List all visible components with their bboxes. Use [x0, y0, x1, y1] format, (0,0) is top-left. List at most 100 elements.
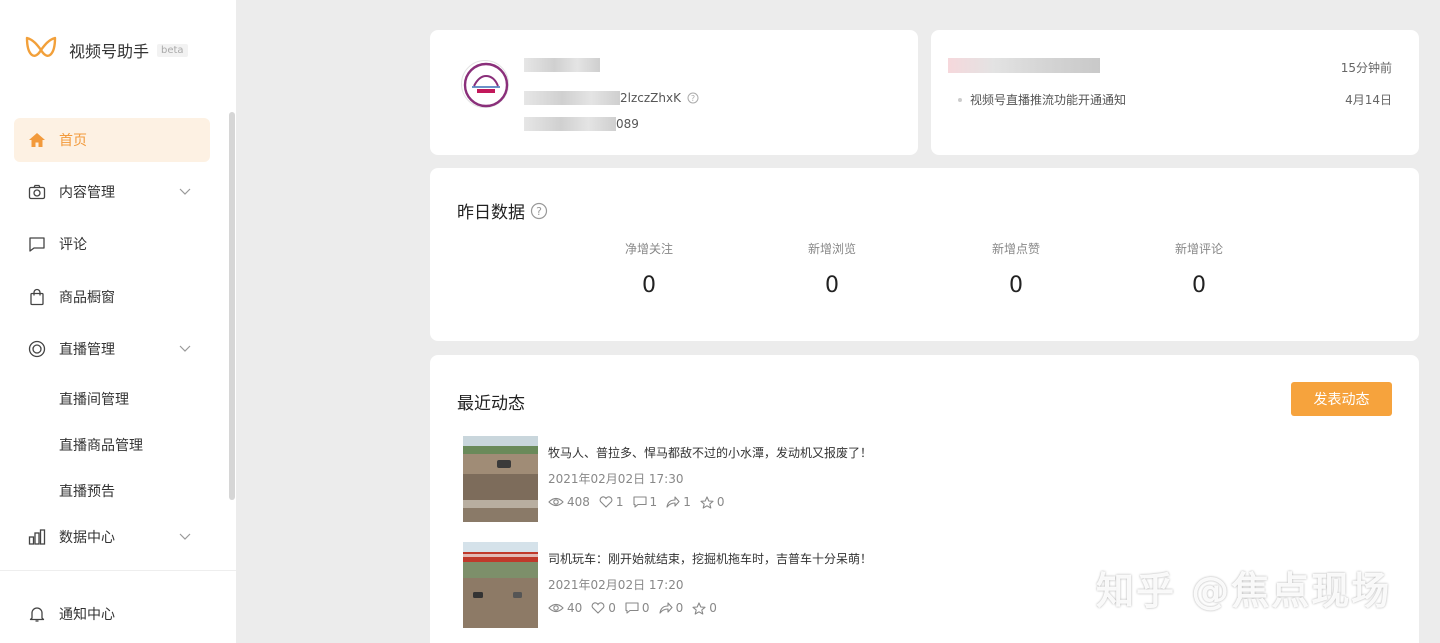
chevron-down-icon — [179, 345, 191, 352]
sidebar-item-label: 商品橱窗 — [59, 290, 115, 306]
share-icon — [666, 496, 680, 508]
stat-likes: 0 — [591, 601, 616, 615]
sidebar-item-home[interactable]: 首页 — [14, 118, 210, 162]
stat-shares: 1 — [666, 495, 691, 509]
chevron-down-icon — [179, 533, 191, 540]
stat-shares: 0 — [659, 601, 684, 615]
sidebar-item-label: 评论 — [59, 237, 87, 253]
stat-stars: 0 — [700, 495, 725, 509]
sidebar-item-label: 首页 — [59, 133, 87, 149]
logo-icon — [25, 36, 57, 57]
stat-comments: 1 — [632, 495, 658, 509]
account-number-blurred — [524, 117, 616, 131]
sidebar-item-comments[interactable]: 评论 — [14, 222, 210, 266]
stat-value-followers: 0 — [642, 273, 656, 298]
bell-icon — [28, 605, 46, 623]
post-time: 2021年02月02日 17:30 — [548, 472, 684, 486]
star-icon — [692, 601, 706, 615]
yesterday-header: 昨日数据 ? — [457, 198, 548, 223]
post-stats: 408 1 1 1 0 — [548, 495, 733, 509]
post-title[interactable]: 牧马人、普拉多、悍马都敌不过的小水潭，发动机又报废了！ — [548, 444, 872, 461]
notification-card: 15分钟前 视频号直播推流功能开通通知 4月14日 — [931, 30, 1419, 155]
sidebar-item-content[interactable]: 内容管理 — [14, 170, 210, 214]
stat-label-views: 新增浏览 — [807, 242, 856, 256]
notification-time: 15分钟前 — [1340, 61, 1392, 75]
stat-comments: 0 — [625, 601, 650, 615]
sidebar-item-label: 数据中心 — [59, 530, 115, 546]
comments-count: 1 — [649, 495, 658, 509]
shares-count: 0 — [675, 601, 684, 615]
heart-icon — [591, 602, 605, 614]
svg-text:?: ? — [536, 205, 542, 218]
notification-item[interactable]: 视频号直播推流功能开通通知 — [958, 91, 1126, 108]
comments-count: 0 — [641, 601, 650, 615]
notification-item-date: 4月14日 — [1345, 93, 1392, 107]
eye-icon — [548, 603, 564, 613]
post-thumbnail[interactable] — [463, 542, 538, 628]
section-title: 昨日数据 — [457, 203, 525, 223]
home-icon — [28, 131, 46, 149]
account-name-blurred — [524, 58, 600, 72]
camera-icon — [28, 183, 46, 201]
sidebar-subitem-live-products[interactable]: 直播商品管理 — [59, 435, 143, 455]
stars-count: 0 — [709, 601, 717, 615]
publish-post-button[interactable]: 发表动态 — [1291, 382, 1392, 416]
star-icon — [700, 495, 714, 509]
live-icon — [28, 340, 46, 358]
eye-icon — [548, 497, 564, 507]
avatar-logo-icon — [463, 62, 509, 108]
post-title[interactable]: 司机玩车：刚开始就结束，挖掘机拖车时，吉普车十分呆萌！ — [548, 550, 872, 567]
stat-views: 40 — [548, 601, 582, 615]
sidebar-item-data-center[interactable]: 数据中心 — [14, 515, 210, 559]
account-id: 2lzczZhxK — [620, 91, 681, 105]
sidebar-scrollbar[interactable] — [229, 112, 235, 500]
stat-value-views: 0 — [825, 273, 839, 298]
stat-label-followers: 净增关注 — [624, 242, 673, 256]
sidebar-divider — [0, 570, 236, 571]
sidebar-item-label: 直播管理 — [59, 342, 115, 358]
heart-icon — [599, 496, 613, 508]
views-count: 408 — [567, 495, 590, 509]
comment-icon — [625, 602, 639, 614]
stat-label-likes: 新增点赞 — [991, 242, 1040, 256]
bar-chart-icon — [28, 528, 46, 546]
likes-count: 0 — [608, 601, 616, 615]
profile-card: 2lzczZhxK ? 089 — [430, 30, 918, 155]
sidebar-item-notifications[interactable]: 通知中心 — [14, 592, 210, 636]
shares-count: 1 — [683, 495, 691, 509]
post-stats: 40 0 0 0 0 — [548, 601, 726, 615]
svg-text:?: ? — [691, 94, 695, 103]
shopping-bag-icon — [28, 288, 46, 306]
share-icon — [659, 602, 673, 614]
post-thumbnail[interactable] — [463, 436, 538, 522]
likes-count: 1 — [615, 495, 624, 509]
stars-count: 0 — [716, 495, 725, 509]
notification-item-text: 视频号直播推流功能开通通知 — [970, 93, 1127, 107]
stat-views: 408 — [548, 495, 590, 509]
sidebar-item-showcase[interactable]: 商品橱窗 — [14, 275, 210, 319]
post-time: 2021年02月02日 17:20 — [548, 578, 684, 592]
stat-likes: 1 — [599, 495, 624, 509]
account-id-blurred — [524, 91, 620, 105]
help-icon[interactable]: ? — [687, 92, 699, 104]
sidebar-subitem-live-room[interactable]: 直播间管理 — [59, 389, 129, 409]
comment-icon — [28, 235, 46, 253]
sidebar-item-label: 通知中心 — [59, 607, 115, 623]
stat-value-comments: 0 — [1192, 273, 1206, 298]
help-icon[interactable]: ? — [530, 202, 548, 220]
sidebar-item-label: 内容管理 — [59, 185, 115, 201]
account-number: 089 — [616, 117, 639, 131]
notification-title-blurred — [948, 58, 1100, 73]
sidebar: 视频号助手 beta 首页 内容管理 评论 商品橱窗 直播管理 直播间管理 直播… — [0, 0, 236, 643]
bullet-dot — [958, 97, 962, 102]
yesterday-data-card: 昨日数据 ? 净增关注 0 新增浏览 0 新增点赞 0 新增评论 0 — [430, 168, 1419, 341]
app-name: 视频号助手 — [69, 42, 150, 61]
views-count: 40 — [567, 601, 583, 615]
comment-icon — [632, 496, 647, 508]
stat-label-comments: 新增评论 — [1174, 242, 1223, 256]
app-logo[interactable]: 视频号助手 beta — [24, 34, 188, 66]
sidebar-subitem-live-preview[interactable]: 直播预告 — [59, 481, 115, 501]
watermark: 知乎 @焦点现场 — [1096, 569, 1392, 613]
sidebar-item-live[interactable]: 直播管理 — [14, 327, 210, 371]
avatar[interactable] — [461, 60, 509, 108]
